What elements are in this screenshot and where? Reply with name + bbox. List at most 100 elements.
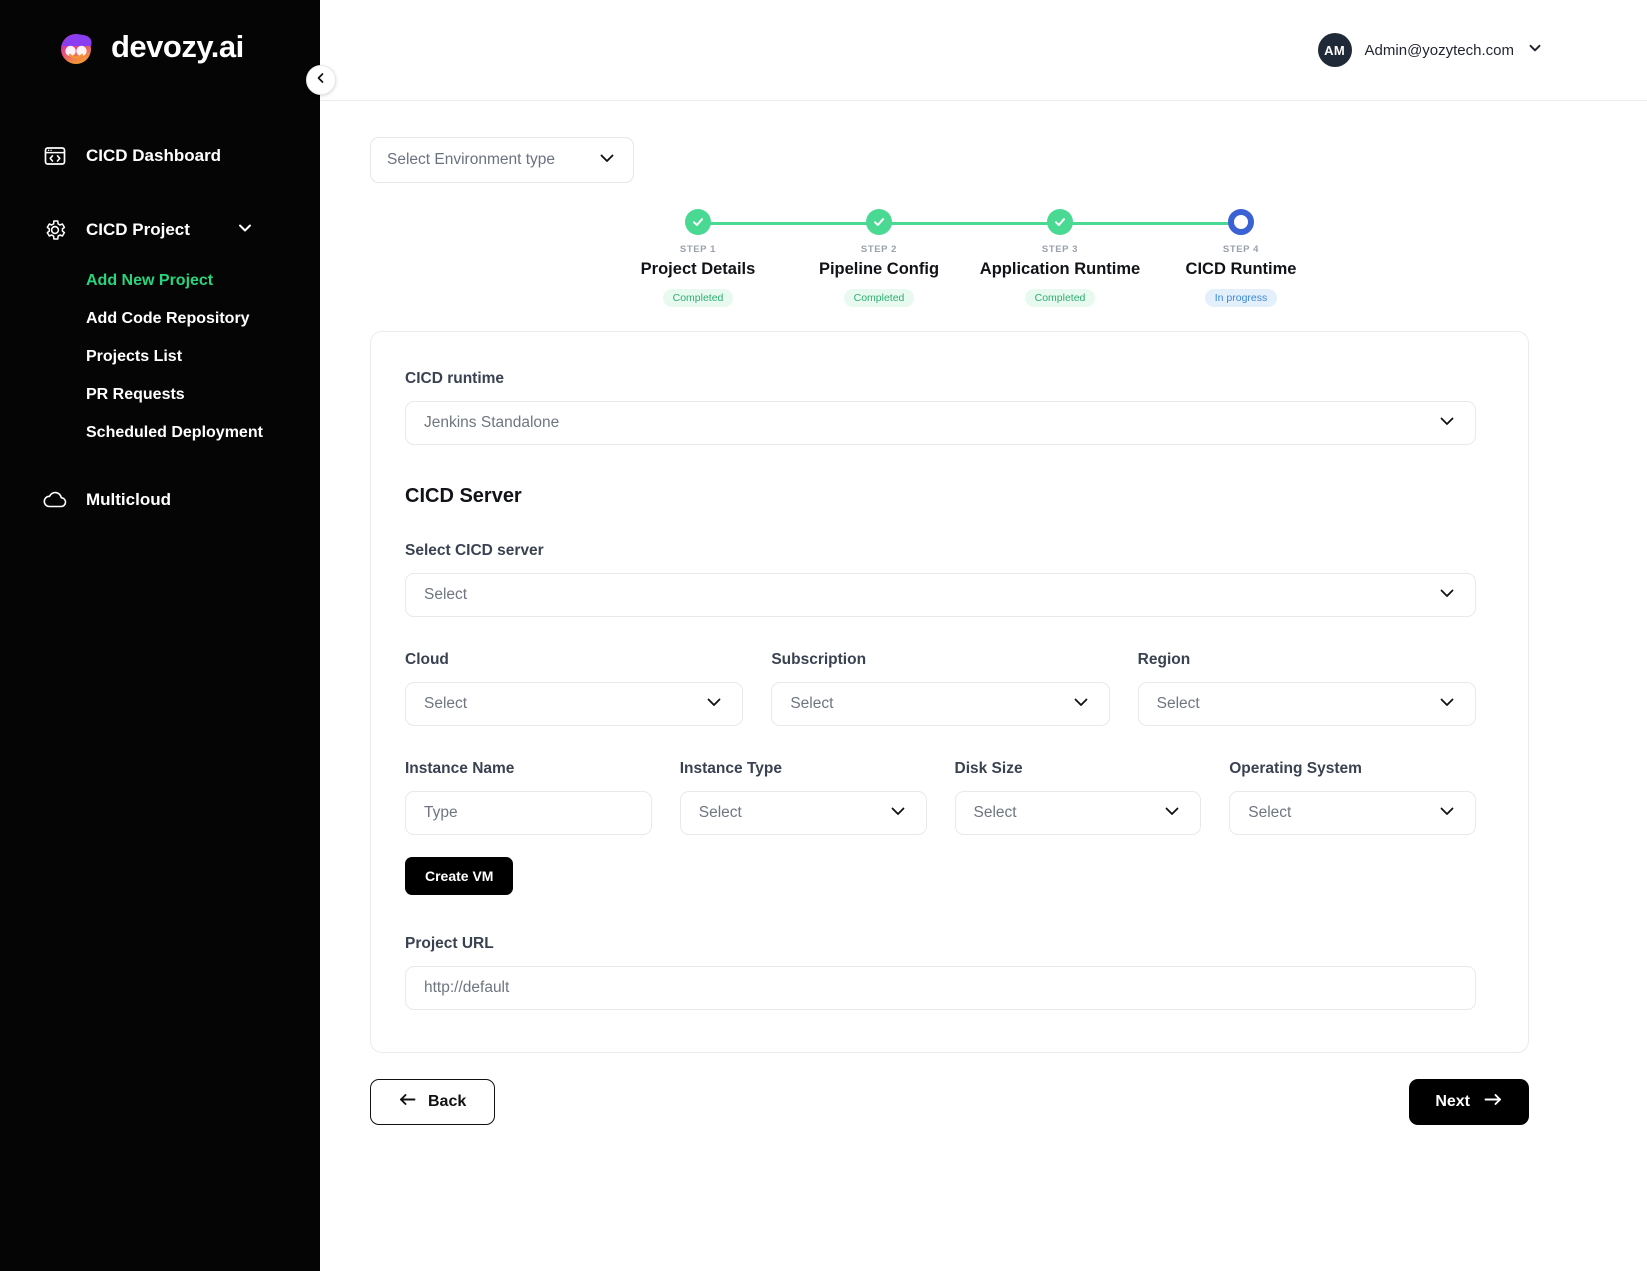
- sidebar-item-multicloud[interactable]: Multicloud: [0, 474, 320, 526]
- step-connector: [879, 222, 1060, 225]
- next-button-label: Next: [1435, 1093, 1470, 1110]
- sidebar-item-add-new-project[interactable]: Add New Project: [0, 262, 320, 300]
- sidebar: devozy.ai CICD Dashboard CICD Project Ad…: [0, 0, 336, 1271]
- back-button[interactable]: Back: [370, 1079, 496, 1125]
- region-field: Region Select: [1137, 651, 1476, 726]
- cicd-server-field: Select CICD server Select: [405, 542, 1476, 617]
- instance-type-label: Instance Type: [679, 760, 782, 777]
- chevron-down-icon: [1437, 411, 1457, 436]
- gear-icon: [42, 217, 68, 243]
- cicd-runtime-value: Jenkins Standalone: [424, 414, 560, 431]
- instance-name-input[interactable]: Type: [405, 791, 652, 835]
- environment-type-value: Select Environment type: [387, 151, 556, 168]
- create-vm-button[interactable]: Create VM: [405, 857, 514, 895]
- chevron-down-icon: [1437, 692, 1457, 717]
- step-label: Pipeline Config: [818, 260, 940, 278]
- instance-name-value: Type: [424, 804, 458, 821]
- sidebar-subitem-label: Add Code Repository: [86, 310, 250, 327]
- project-url-field: Project URL http://default: [405, 935, 1476, 1010]
- sidebar-item-label: Multicloud: [86, 490, 171, 509]
- operating-system-select[interactable]: Select: [1229, 791, 1476, 835]
- sidebar-subnav: Add New Project Add Code Repository Proj…: [0, 256, 320, 452]
- sidebar-item-scheduled-deployment[interactable]: Scheduled Deployment: [0, 414, 320, 452]
- instance-type-value: Select: [698, 804, 742, 821]
- main-area: AM Admin@yozytech.com Select Environment…: [320, 0, 1647, 1271]
- environment-type-select[interactable]: Select Environment type: [370, 137, 634, 183]
- subscription-value: Select: [790, 695, 834, 712]
- content-area: Select Environment type STEP 1 Project D…: [320, 101, 1647, 1271]
- devozy-logo-icon: [55, 26, 97, 68]
- sidebar-collapse-button[interactable]: [306, 65, 336, 95]
- cloud-label: Cloud: [405, 651, 449, 668]
- user-menu[interactable]: AM Admin@yozytech.com: [1317, 33, 1543, 67]
- sidebar-item-projects-list[interactable]: Projects List: [0, 338, 320, 376]
- chevron-down-icon[interactable]: [1527, 40, 1543, 61]
- step-marker: [608, 207, 879, 237]
- check-icon: [685, 209, 711, 235]
- code-window-icon: [42, 143, 68, 169]
- chevron-down-icon: [1071, 692, 1091, 717]
- sidebar-item-cicd-dashboard[interactable]: CICD Dashboard: [0, 130, 320, 182]
- back-button-label: Back: [428, 1093, 467, 1110]
- sidebar-subitem-label: Projects List: [86, 348, 183, 365]
- sidebar-item-label: CICD Dashboard: [86, 146, 222, 165]
- step-list: STEP 1 Project Details Completed STEP 2 …: [608, 207, 1332, 307]
- disk-size-field: Disk Size Select: [954, 760, 1202, 835]
- cicd-runtime-field: CICD runtime Jenkins Standalone: [405, 370, 1476, 445]
- top-bar: AM Admin@yozytech.com: [320, 0, 1647, 101]
- check-icon: [866, 209, 892, 235]
- cicd-server-value: Select: [424, 586, 468, 603]
- cloud-field: Cloud Select: [405, 651, 744, 726]
- cloud-subscription-region-row: Cloud Select Subscription Select Region …: [405, 651, 1476, 726]
- sidebar-subitem-label: Scheduled Deployment: [86, 424, 263, 441]
- disk-size-select[interactable]: Select: [954, 791, 1202, 835]
- cicd-server-section-title: CICD Server: [405, 485, 522, 507]
- operating-system-value: Select: [1248, 804, 1292, 821]
- region-select[interactable]: Select: [1137, 682, 1476, 726]
- operating-system-label: Operating System: [1229, 760, 1362, 777]
- status-badge: Completed: [1024, 289, 1096, 307]
- chevron-down-icon: [597, 148, 617, 173]
- subscription-field: Subscription Select: [771, 651, 1110, 726]
- cloud-icon: [42, 487, 68, 513]
- step-1-project-details[interactable]: STEP 1 Project Details Completed: [608, 207, 879, 307]
- sidebar-item-add-code-repository[interactable]: Add Code Repository: [0, 300, 320, 338]
- check-icon: [1047, 209, 1073, 235]
- project-url-input[interactable]: http://default: [405, 966, 1476, 1010]
- instance-config-row: Instance Name Type Instance Type Select: [405, 760, 1476, 835]
- sidebar-item-cicd-project[interactable]: CICD Project: [0, 204, 320, 256]
- cicd-runtime-select[interactable]: Jenkins Standalone: [405, 401, 1476, 445]
- chevron-down-icon: [1437, 801, 1457, 826]
- chevron-down-icon: [1162, 801, 1182, 826]
- wizard-stepper: STEP 1 Project Details Completed STEP 2 …: [370, 207, 1529, 307]
- status-badge: In progress: [1204, 289, 1278, 307]
- step-connector: [1060, 222, 1241, 225]
- subscription-select[interactable]: Select: [771, 682, 1110, 726]
- project-url-value: http://default: [424, 979, 510, 996]
- instance-type-select[interactable]: Select: [679, 791, 927, 835]
- step-number: STEP 3: [1041, 244, 1079, 255]
- brand-logo[interactable]: devozy.ai: [0, 0, 320, 68]
- next-button[interactable]: Next: [1409, 1079, 1529, 1125]
- cicd-runtime-form-card: CICD runtime Jenkins Standalone CICD Ser…: [370, 331, 1529, 1053]
- chevron-down-icon: [704, 692, 724, 717]
- cloud-select[interactable]: Select: [405, 682, 744, 726]
- brand-name: devozy.ai: [111, 29, 244, 64]
- user-email: Admin@yozytech.com: [1364, 41, 1514, 59]
- cicd-server-select[interactable]: Select: [405, 573, 1476, 617]
- cicd-server-label: Select CICD server: [405, 542, 544, 559]
- sidebar-subitem-label: Add New Project: [86, 272, 214, 289]
- step-label: CICD Runtime: [1185, 260, 1297, 278]
- status-badge: Completed: [662, 289, 734, 307]
- wizard-footer: Back Next: [370, 1079, 1529, 1155]
- sidebar-nav: CICD Dashboard CICD Project Add New Proj…: [0, 130, 320, 526]
- sidebar-subitem-label: PR Requests: [86, 386, 185, 403]
- sidebar-item-pr-requests[interactable]: PR Requests: [0, 376, 320, 414]
- chevron-down-icon[interactable]: [236, 219, 254, 242]
- step-connector: [698, 222, 879, 225]
- instance-name-field: Instance Name Type: [405, 760, 652, 835]
- sidebar-item-label: CICD Project: [86, 220, 190, 239]
- instance-name-label: Instance Name: [405, 760, 515, 777]
- region-value: Select: [1156, 695, 1200, 712]
